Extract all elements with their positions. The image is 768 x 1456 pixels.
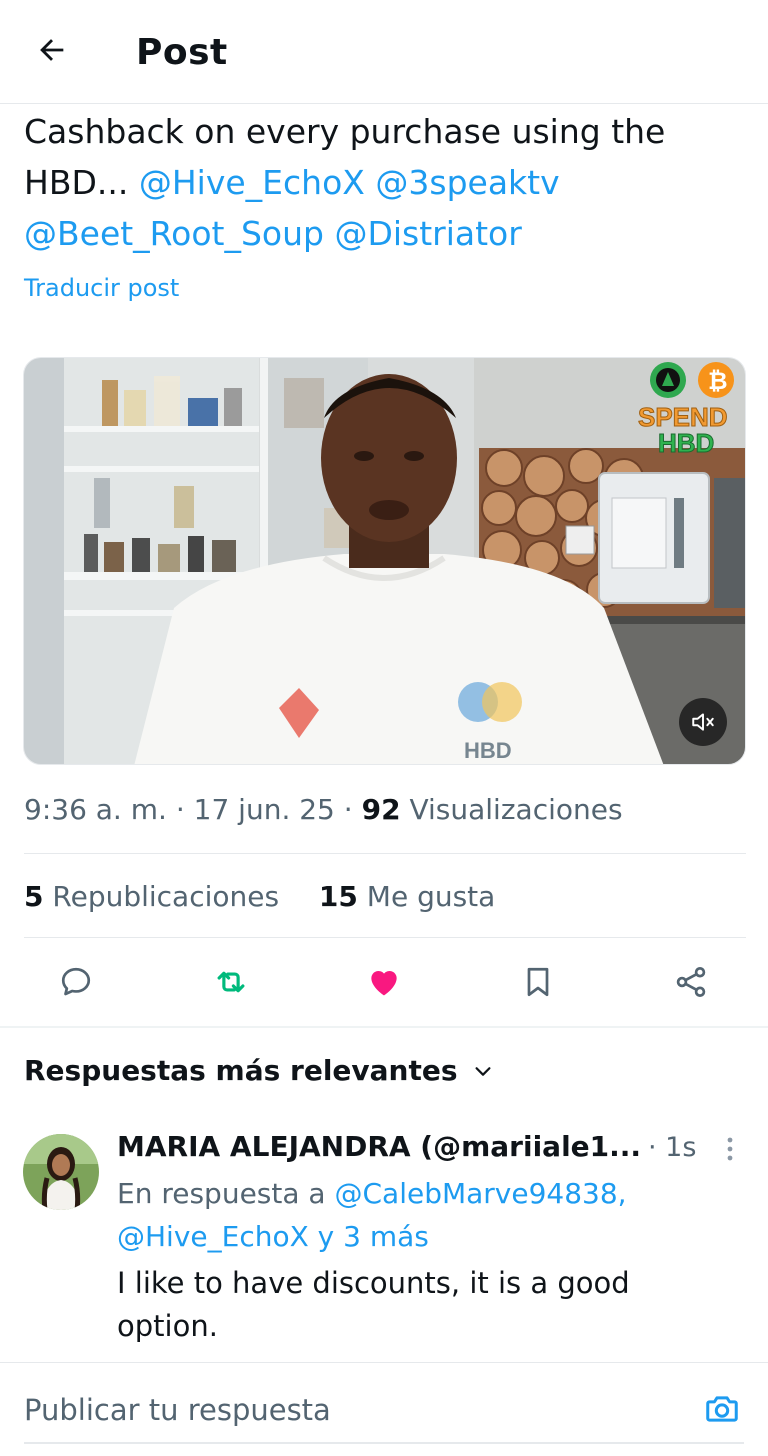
reply-context: En respuesta a @CalebMarve94838, @Hive_E… <box>117 1172 747 1258</box>
more-options-button[interactable] <box>718 1136 742 1166</box>
video-frame: HBD ₿ SPEND HBD <box>24 358 745 764</box>
post-meta: 9:36 a. m. · 17 jun. 25 · 92 Visualizaci… <box>24 793 623 826</box>
likes-count: 15 <box>318 880 358 913</box>
reply-author-name[interactable]: MARIA ALEJANDRA (@mariiale1... <box>117 1130 641 1163</box>
divider <box>24 937 746 938</box>
like-button[interactable] <box>364 964 404 1004</box>
svg-text:₿: ₿ <box>708 368 728 395</box>
mention-link[interactable]: @Hive_EchoX y 3 más <box>117 1220 429 1253</box>
reply-text: I like to have discounts, it is a good o… <box>117 1266 630 1343</box>
action-bar <box>0 958 768 1010</box>
reposts-count: 5 <box>24 880 44 913</box>
page-title: Post <box>136 32 228 73</box>
reposts-label: Republicaciones <box>52 880 280 913</box>
arrow-left-icon <box>35 33 69 71</box>
composer-underline <box>24 1442 744 1444</box>
post-time: 9:36 a. m. <box>24 793 167 826</box>
reply-composer: Publicar tu respuesta <box>0 1362 768 1456</box>
more-vertical-icon <box>726 1136 734 1166</box>
reply-bubble-icon <box>58 964 94 1004</box>
replies-sort-toggle[interactable]: Respuestas más relevantes <box>24 1054 494 1087</box>
repost-icon <box>212 963 250 1005</box>
reply-item[interactable]: MARIA ALEJANDRA (@mariiale1... · 1s En r… <box>0 1122 768 1362</box>
likes-label: Me gusta <box>366 880 496 913</box>
bookmark-icon <box>520 964 556 1004</box>
section-divider <box>0 1026 768 1028</box>
views-count: 92 <box>361 793 401 826</box>
replies-sort-label: Respuestas más relevantes <box>24 1054 458 1087</box>
share-button[interactable] <box>671 964 711 1004</box>
mention-link[interactable]: @Hive_EchoX <box>139 163 365 202</box>
mention-link[interactable]: @CalebMarve94838, <box>334 1177 626 1210</box>
camera-icon <box>703 1390 741 1432</box>
chevron-down-icon <box>472 1060 494 1082</box>
reposts-stat[interactable]: 5 Republicaciones <box>24 880 288 913</box>
post-date: 17 jun. 25 <box>193 793 335 826</box>
avatar[interactable] <box>23 1134 99 1210</box>
share-icon <box>673 964 709 1004</box>
shirt-hbd-text: HBD <box>464 738 512 763</box>
post-video[interactable]: HBD ₿ SPEND HBD <box>23 357 746 765</box>
views-label: Visualizaciones <box>409 793 623 826</box>
mention-link[interactable]: @Beet_Root_Soup <box>24 214 324 253</box>
bookmark-button[interactable] <box>518 964 558 1004</box>
divider <box>24 853 746 854</box>
mention-link[interactable]: @3speaktv <box>375 163 559 202</box>
heart-filled-icon <box>365 963 403 1005</box>
hbd-logo-text: HBD <box>658 428 714 458</box>
post-text: Cashback on every purchase using the HBD… <box>24 106 744 259</box>
back-button[interactable] <box>30 30 74 74</box>
post-stats: 5 Republicaciones 15 Me gusta <box>24 880 495 913</box>
reply-input[interactable]: Publicar tu respuesta <box>24 1393 331 1427</box>
top-bar: Post <box>0 0 768 104</box>
translate-post-link[interactable]: Traducir post <box>24 274 179 302</box>
volume-muted-icon <box>690 709 716 735</box>
camera-button[interactable] <box>700 1389 744 1433</box>
mute-toggle-button[interactable] <box>679 698 727 746</box>
repost-button[interactable] <box>211 964 251 1004</box>
reply-button[interactable] <box>56 964 96 1004</box>
likes-stat[interactable]: 15 Me gusta <box>319 880 495 913</box>
reply-time: · 1s <box>648 1132 697 1163</box>
reply-context-prefix: En respuesta a <box>117 1177 326 1210</box>
mention-link[interactable]: @Distriator <box>334 214 521 253</box>
